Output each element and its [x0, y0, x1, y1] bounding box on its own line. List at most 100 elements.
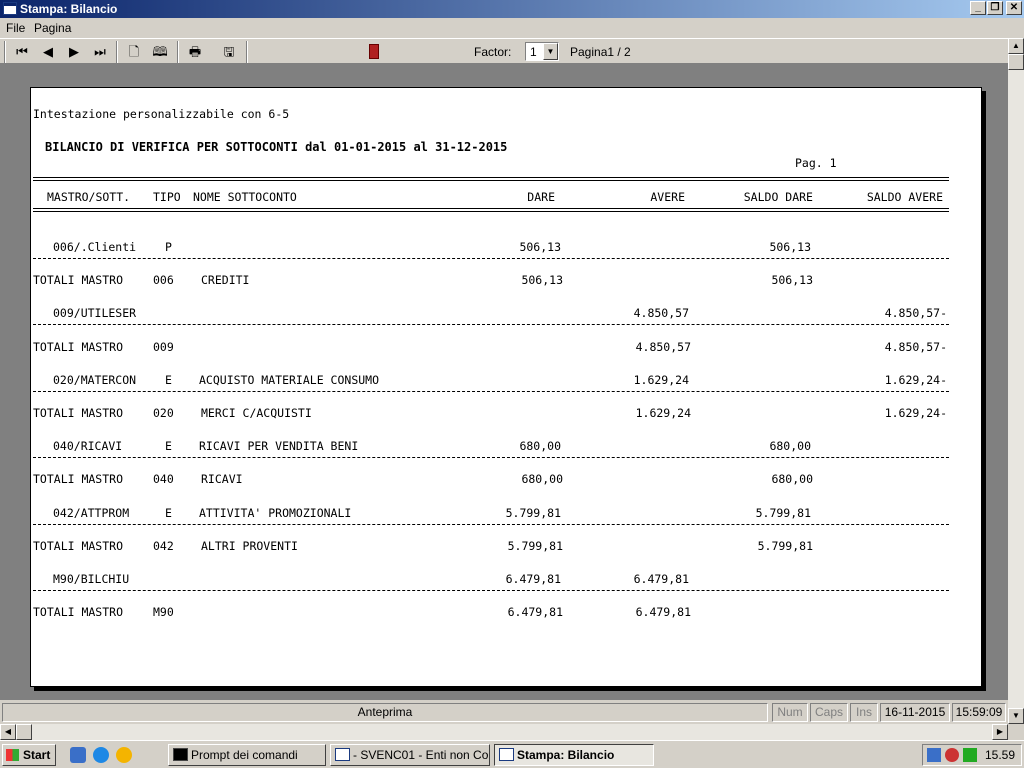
prev-page-icon[interactable]: ◀ — [38, 42, 58, 62]
avere-value: 4.850,57 — [633, 306, 689, 321]
dare-value: 6.479,81 — [507, 605, 563, 620]
print-preview-area: Intestazione personalizzabile con 6-5 BIL… — [0, 64, 1008, 700]
total-label: TOTALI MASTRO — [33, 406, 124, 420]
print-icon[interactable]: 🖶 — [185, 42, 205, 62]
report-page: Intestazione personalizzabile con 6-5 BIL… — [30, 87, 982, 687]
account-code: 009/UTILESER — [53, 306, 137, 321]
vertical-scrollbar[interactable]: ▲ ▼ — [1008, 38, 1024, 724]
total-name: CREDITI — [201, 273, 250, 288]
account-code: 042/ATTPROM — [53, 505, 130, 520]
window-icon — [499, 748, 514, 761]
account-name: ACQUISTO MATERIALE CONSUMO — [199, 372, 380, 387]
saldo-avere-value: 4.850,57- — [884, 339, 947, 354]
total-name: RICAVI — [201, 472, 243, 487]
restore-button[interactable]: ❐ — [987, 1, 1003, 15]
dashed-rule — [33, 258, 949, 259]
menu-pagina[interactable]: Pagina — [34, 21, 71, 35]
col-nome: NOME SOTTOCONTO — [193, 190, 297, 204]
saldo-dare-value: 506,13 — [769, 240, 811, 254]
first-page-icon[interactable]: ⏮ — [12, 42, 32, 62]
task-label: - SVENC01 - Enti non Co... — [353, 748, 490, 762]
minimize-button[interactable]: _ — [970, 1, 986, 15]
scroll-down-button[interactable]: ▼ — [1008, 708, 1024, 724]
toolbar-separator — [177, 41, 179, 63]
avere-value: 1.629,24 — [635, 406, 691, 420]
col-dare: DARE — [527, 190, 555, 204]
toolbar-separator — [246, 41, 248, 63]
export-icon[interactable]: 🖫 — [219, 42, 239, 62]
start-button[interactable]: Start — [2, 744, 56, 766]
total-label: TOTALI MASTRO — [33, 273, 124, 288]
total-name: ALTRI PROVENTI — [201, 538, 298, 553]
avere-value: 6.479,81 — [635, 605, 691, 620]
media-player-icon[interactable] — [116, 747, 132, 763]
factor-select[interactable]: 1 ▼ — [525, 42, 559, 61]
security-icon[interactable] — [945, 748, 959, 762]
dashed-rule — [33, 590, 949, 591]
total-label: TOTALI MASTRO — [33, 605, 124, 620]
menu-bar: File Pagina — [0, 18, 1024, 38]
report-header: Intestazione personalizzabile con 6-5 — [33, 107, 290, 121]
total-mastro: 040 — [153, 472, 174, 487]
saldo-dare-value: 506,13 — [771, 273, 813, 288]
factor-label: Factor: — [474, 45, 512, 59]
account-code: M90/BILCHIU — [53, 572, 130, 586]
account-type: E — [165, 439, 172, 454]
horizontal-scrollbar[interactable]: ◀ ▶ — [0, 724, 1008, 740]
window-icon — [3, 2, 17, 15]
show-desktop-icon[interactable] — [70, 747, 86, 763]
dare-value: 506,13 — [519, 240, 561, 254]
status-ins: Ins — [850, 703, 878, 722]
double-rule — [33, 208, 949, 212]
toolbar: ⏮ ◀ ▶ ⏭ 🗋 🕮 🖶 🖫 Factor: 1 ▼ Pagina1 / 2 — [0, 38, 1008, 64]
cmd-icon — [173, 748, 188, 761]
dare-value: 5.799,81 — [505, 505, 561, 520]
window-icon — [335, 748, 350, 761]
two-page-icon[interactable]: 🕮 — [150, 42, 170, 62]
single-page-icon[interactable]: 🗋 — [124, 42, 144, 62]
last-page-icon[interactable]: ⏭ — [90, 42, 110, 62]
update-icon[interactable] — [963, 748, 977, 762]
task-stampa-bilancio[interactable]: Stampa: Bilancio — [494, 744, 654, 766]
dashed-rule — [33, 390, 949, 392]
internet-explorer-icon[interactable] — [93, 747, 109, 763]
col-avere: AVERE — [650, 190, 685, 204]
col-saldo-avere: SALDO AVERE — [866, 190, 943, 204]
total-label: TOTALI MASTRO — [33, 472, 124, 487]
account-name: RICAVI PER VENDITA BENI — [199, 439, 359, 454]
scroll-right-button[interactable]: ▶ — [992, 724, 1008, 740]
scroll-up-button[interactable]: ▲ — [1008, 38, 1024, 54]
account-name: ATTIVITA' PROMOZIONALI — [199, 505, 352, 520]
scroll-left-button[interactable]: ◀ — [0, 724, 16, 740]
status-caps: Caps — [810, 703, 848, 722]
h-scroll-thumb[interactable] — [16, 724, 32, 740]
exit-icon[interactable] — [364, 42, 384, 62]
clock: 15.59 — [984, 748, 1015, 762]
close-button[interactable]: ✕ — [1006, 1, 1022, 15]
taskbar: Start Prompt dei comandi - SVENC01 - Ent… — [0, 740, 1024, 768]
avere-value: 1.629,24 — [633, 372, 689, 387]
saldo-dare-value: 5.799,81 — [755, 505, 811, 520]
next-page-icon[interactable]: ▶ — [64, 42, 84, 62]
title-bar: Stampa: Bilancio _ ❐ ✕ — [0, 0, 1024, 18]
page-indicator: Pagina1 / 2 — [570, 45, 631, 59]
page-number: Pag. 1 — [795, 156, 837, 170]
start-label: Start — [23, 748, 51, 762]
system-tray: 15.59 — [922, 744, 1022, 766]
menu-file[interactable]: File — [6, 21, 25, 35]
toolbar-grip — [4, 41, 6, 63]
total-mastro: M90 — [153, 605, 174, 620]
col-tipo: TIPO — [153, 190, 181, 204]
total-name: MERCI C/ACQUISTI — [201, 406, 312, 420]
saldo-avere-value: 1.629,24- — [884, 406, 947, 420]
network-icon[interactable] — [927, 748, 941, 762]
task-svenc01[interactable]: - SVENC01 - Enti non Co... — [330, 744, 490, 766]
account-type: E — [165, 372, 172, 387]
task-prompt[interactable]: Prompt dei comandi — [168, 744, 326, 766]
chevron-down-icon[interactable]: ▼ — [543, 43, 558, 60]
col-saldo-dare: SALDO DARE — [743, 190, 813, 204]
dashed-rule — [33, 324, 949, 326]
scroll-thumb[interactable] — [1008, 54, 1024, 70]
total-label: TOTALI MASTRO — [33, 339, 124, 354]
total-label: TOTALI MASTRO — [33, 538, 124, 553]
